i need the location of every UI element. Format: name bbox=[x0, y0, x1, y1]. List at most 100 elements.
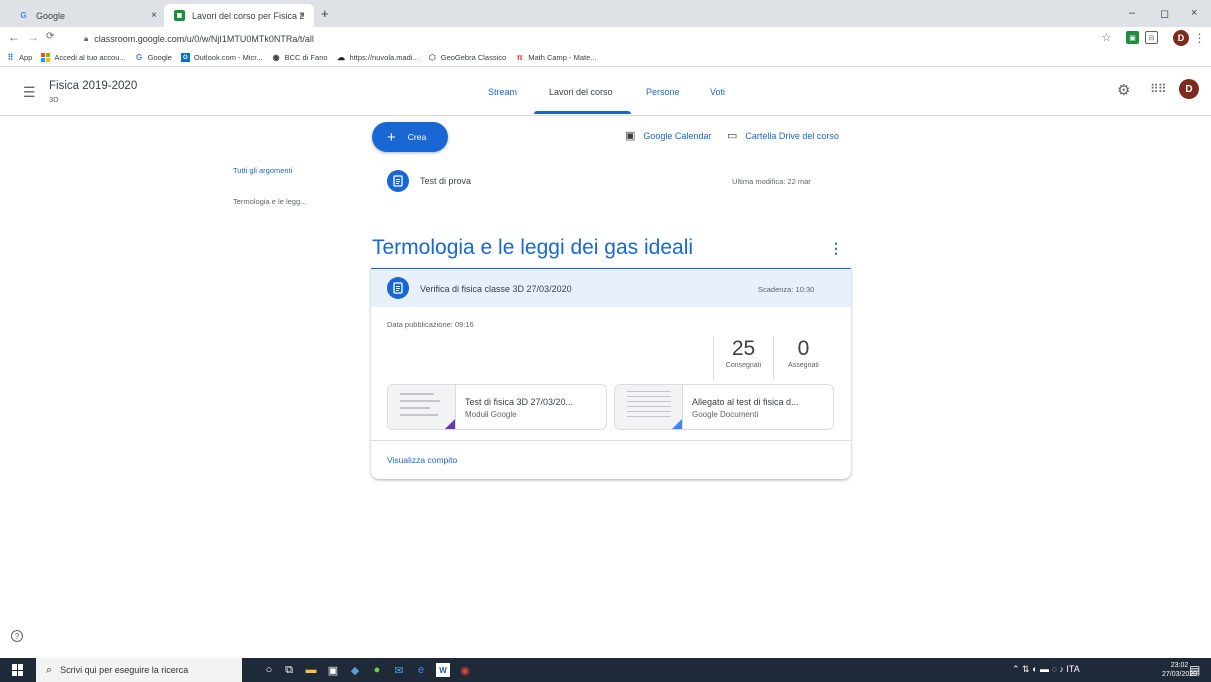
assignment-card: Verifica di fisica classe 3D 27/03/2020 … bbox=[371, 268, 851, 479]
tab-lavori-del-corso[interactable]: Lavori del corso bbox=[549, 87, 613, 97]
bookmark-outlook[interactable]: O Outlook.com - Micr... bbox=[180, 53, 263, 62]
chrome-icon[interactable]: ◉ bbox=[458, 663, 472, 677]
bookmark-label: App bbox=[19, 53, 33, 62]
task-view-icon[interactable]: ⧉ bbox=[282, 663, 296, 677]
bookmark-label: Math Camp - Mate... bbox=[528, 53, 597, 62]
notification-center-icon[interactable]: ▤ bbox=[1189, 663, 1200, 677]
create-button[interactable]: + Crea bbox=[372, 122, 448, 152]
mail-icon[interactable]: ✉ bbox=[392, 663, 406, 677]
turned-in-count[interactable]: 25 Consegnati bbox=[713, 336, 773, 380]
new-tab-button[interactable]: + bbox=[321, 6, 329, 21]
google-apps-icon[interactable]: ⠿⠿ bbox=[1150, 82, 1167, 96]
drive-folder-link[interactable]: ▭ Cartella Drive del corso bbox=[727, 129, 839, 142]
mathcamp-icon: π bbox=[516, 53, 523, 62]
attachment-title: Allegato al test di fisica d... bbox=[692, 397, 799, 407]
attachment-docs[interactable]: Allegato al test di fisica d... Google D… bbox=[614, 384, 834, 430]
url-text: classroom.google.com/u/0/w/NjI1MTU0MTk0N… bbox=[94, 33, 314, 44]
word-icon[interactable]: W bbox=[436, 663, 450, 677]
bookmark-label: BCC di Fano bbox=[284, 53, 328, 62]
attachment-forms[interactable]: Test di fisica 3D 27/03/20... Moduli Goo… bbox=[387, 384, 607, 430]
browser-tab-google[interactable]: G Google × bbox=[8, 4, 166, 27]
assignment-title: Test di prova bbox=[420, 176, 472, 186]
minimize-window-icon[interactable]: – bbox=[1129, 7, 1135, 19]
reload-icon[interactable]: ⟳ bbox=[46, 31, 54, 42]
search-icon: ⌕ bbox=[46, 663, 53, 676]
view-assignment-link[interactable]: Visualizza compito bbox=[387, 455, 457, 465]
bookmark-bcc[interactable]: ◉ BCC di Fano bbox=[272, 53, 328, 62]
browser-menu-icon[interactable]: ⋮ bbox=[1193, 31, 1206, 45]
bookmark-mathcamp[interactable]: π Math Camp - Mate... bbox=[515, 53, 597, 62]
bookmark-label: GeoGebra Classico bbox=[440, 53, 507, 62]
docs-corner-icon bbox=[670, 419, 682, 429]
search-placeholder: Scrivi qui per eseguire la ricerca bbox=[60, 665, 189, 675]
browser-toolbar: ← → ⟳ 🔒︎ classroom.google.com/u/0/w/NjI1… bbox=[0, 27, 1211, 49]
topic-more-options-icon[interactable]: ⋮ bbox=[829, 240, 843, 257]
assignment-card-header[interactable]: Verifica di fisica classe 3D 27/03/2020 … bbox=[371, 268, 851, 307]
plus-icon: + bbox=[387, 128, 396, 146]
topic-filter-termologia[interactable]: Termologia e le legg... bbox=[233, 197, 306, 206]
tab-persone[interactable]: Persone bbox=[646, 87, 680, 97]
tab-title: Lavori del corso per Fisica 2019- bbox=[192, 10, 304, 21]
tab-voti[interactable]: Voti bbox=[710, 87, 725, 97]
main-menu-icon[interactable]: ☰ bbox=[23, 84, 36, 101]
google-calendar-link[interactable]: ▣ Google Calendar bbox=[625, 129, 711, 142]
taskbar-search-box[interactable]: ⌕ Scrivi qui per eseguire la ricerca bbox=[36, 658, 242, 682]
assignment-card-footer: Visualizza compito bbox=[371, 440, 851, 479]
language-indicator: ITA bbox=[1066, 664, 1080, 674]
tab-stream[interactable]: Stream bbox=[488, 87, 517, 97]
calendar-label: Google Calendar bbox=[643, 130, 712, 141]
edge-icon[interactable]: e bbox=[414, 663, 428, 677]
store-icon[interactable]: ▣ bbox=[326, 663, 340, 677]
system-tray[interactable]: ⌃ ⇅ ◐ ▬ ◌ ♪ ITA bbox=[1012, 664, 1080, 675]
bookmark-label: https://nuvola.madi... bbox=[349, 53, 419, 62]
course-title[interactable]: Fisica 2019-2020 bbox=[49, 80, 137, 92]
classroom-extension-icon[interactable]: ▣ bbox=[1126, 31, 1139, 44]
assigned-value: 0 bbox=[797, 337, 810, 360]
assignment-title: Verifica di fisica classe 3D 27/03/2020 bbox=[420, 284, 572, 294]
topic-filter-all[interactable]: Tutti gli argomenti bbox=[233, 166, 292, 175]
geogebra-icon: ⬡ bbox=[428, 53, 436, 62]
lock-icon: 🔒︎ bbox=[84, 33, 89, 43]
bookmark-app[interactable]: ⠿ App bbox=[6, 53, 33, 62]
topic-title: Termologia e le leggi dei gas ideali bbox=[372, 236, 694, 259]
windows-taskbar: ⌕ Scrivi qui per eseguire la ricerca ○ ⧉… bbox=[0, 658, 1211, 682]
close-tab-icon[interactable]: × bbox=[299, 10, 305, 21]
tab-title: Google bbox=[36, 10, 66, 21]
bookmark-geogebra[interactable]: ⬡ GeoGebra Classico bbox=[428, 53, 506, 62]
google-icon: G bbox=[136, 53, 143, 62]
turned-in-label: Consegnati bbox=[725, 362, 762, 369]
help-icon[interactable]: ? bbox=[11, 630, 23, 642]
cortana-icon[interactable]: ○ bbox=[262, 663, 276, 677]
extension-icon[interactable]: ⊟ bbox=[1145, 31, 1158, 44]
bookmark-accedi[interactable]: Accedi al tuo accou... bbox=[41, 53, 126, 62]
calendar-icon: ▣ bbox=[625, 130, 636, 142]
drive-label: Cartella Drive del corso bbox=[745, 130, 839, 141]
bookmark-star-icon[interactable]: ☆ bbox=[1100, 31, 1113, 44]
folder-icon: ▭ bbox=[727, 130, 738, 142]
account-avatar[interactable]: D bbox=[1179, 79, 1199, 99]
assignment-icon bbox=[387, 277, 409, 299]
assigned-count[interactable]: 0 Assegnati bbox=[773, 336, 833, 380]
last-modified: Ultima modifica: 22 mar bbox=[732, 177, 811, 186]
address-bar[interactable]: 🔒︎ classroom.google.com/u/0/w/NjI1MTU0MT… bbox=[84, 30, 1094, 47]
apps-grid-icon: ⠿ bbox=[7, 53, 14, 62]
bookmark-google[interactable]: G Google bbox=[135, 53, 172, 62]
forward-arrow-icon[interactable]: → bbox=[27, 30, 39, 44]
windows-start-icon[interactable] bbox=[12, 664, 24, 676]
active-tab-indicator bbox=[534, 111, 631, 114]
settings-gear-icon[interactable]: ⚙ bbox=[1117, 81, 1130, 99]
file-explorer-icon[interactable]: ▬ bbox=[304, 663, 318, 677]
app-icon[interactable]: ● bbox=[370, 663, 384, 677]
assignment-row[interactable]: Test di prova Ultima modifica: 22 mar bbox=[387, 169, 837, 193]
attachment-type: Moduli Google bbox=[465, 410, 517, 419]
browser-profile-avatar[interactable]: D bbox=[1173, 30, 1189, 46]
close-window-icon[interactable]: × bbox=[1191, 7, 1197, 19]
browser-tab-classroom[interactable]: ▣ Lavori del corso per Fisica 2019- × bbox=[164, 4, 314, 27]
forms-corner-icon bbox=[443, 419, 455, 429]
bookmark-label: Outlook.com - Micr... bbox=[193, 53, 263, 62]
maximize-window-icon[interactable]: ◻ bbox=[1160, 7, 1169, 20]
dropbox-icon[interactable]: ◆ bbox=[348, 663, 362, 677]
close-tab-icon[interactable]: × bbox=[151, 10, 157, 21]
back-arrow-icon[interactable]: ← bbox=[8, 30, 20, 44]
bookmark-nuvola[interactable]: ☁ https://nuvola.madi... bbox=[337, 53, 419, 62]
